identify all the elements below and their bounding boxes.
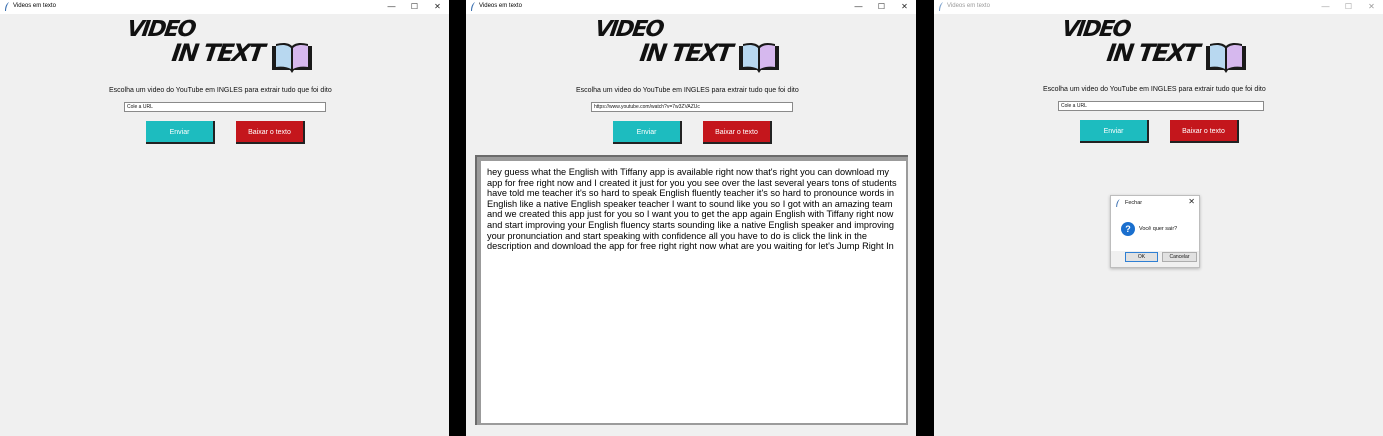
exit-confirm-dialog: Fechar ✕ ? Você quer sair? OK Cancelar (1110, 195, 1200, 268)
download-text-button[interactable]: Baixar o texto (1170, 120, 1239, 143)
send-button[interactable]: Enviar (613, 121, 682, 144)
minimize-button[interactable]: — (847, 0, 870, 14)
url-input[interactable] (124, 102, 326, 112)
cancel-button[interactable]: Cancelar (1162, 252, 1197, 262)
minimize-button[interactable]: — (380, 0, 403, 14)
feather-icon (5, 2, 9, 11)
url-input[interactable] (1058, 101, 1264, 111)
instruction-text: Escolha um video do YouTube em INGLES pa… (1043, 86, 1266, 93)
close-button[interactable]: ✕ (426, 0, 449, 14)
instruction-text: Escolha um video do YouTube em INGLES pa… (109, 87, 332, 94)
maximize-button[interactable]: ☐ (1337, 0, 1360, 14)
window-title: Videos em texto (479, 3, 522, 9)
instruction-text: Escolha um video do YouTube em INGLES pa… (576, 87, 799, 94)
download-text-button[interactable]: Baixar o texto (236, 121, 305, 144)
maximize-button[interactable]: ☐ (403, 0, 426, 14)
book-icon (739, 42, 779, 73)
maximize-button[interactable]: ☐ (870, 0, 893, 14)
book-icon (272, 42, 312, 73)
close-icon[interactable]: ✕ (1188, 197, 1195, 206)
window-initial: Videos em texto — ☐ ✕ VIDEO IN TEXT Esco… (0, 0, 449, 436)
logo-intext-text: IN TEXT (170, 39, 265, 67)
logo-intext-text: IN TEXT (638, 39, 733, 67)
window-transcript: Videos em texto — ☐ ✕ VIDEO IN TEXT Esco… (466, 0, 916, 436)
minimize-button[interactable]: — (1314, 0, 1337, 14)
title-bar: Videos em texto — ☐ ✕ (466, 0, 916, 14)
transcript-frame: hey guess what the English with Tiffany … (475, 155, 908, 425)
feather-icon (471, 2, 475, 11)
title-bar: Videos em texto — ☐ ✕ (0, 0, 449, 14)
window-title: Videos em texto (13, 3, 56, 9)
window-exit-confirm: Videos em texto — ☐ ✕ VIDEO IN TEXT Esco… (934, 0, 1383, 436)
transcript-text[interactable]: hey guess what the English with Tiffany … (481, 161, 906, 423)
send-button[interactable]: Enviar (146, 121, 215, 144)
download-text-button[interactable]: Baixar o texto (703, 121, 772, 144)
close-button[interactable]: ✕ (893, 0, 916, 14)
dialog-message: Você quer sair? (1139, 226, 1178, 232)
url-input[interactable] (591, 102, 793, 112)
book-icon (1206, 42, 1246, 73)
ok-button[interactable]: OK (1125, 252, 1158, 262)
window-title: Videos em texto (947, 3, 990, 9)
close-button[interactable]: ✕ (1360, 0, 1383, 14)
question-icon: ? (1121, 222, 1135, 236)
feather-icon (1116, 199, 1120, 207)
logo-intext-text: IN TEXT (1105, 39, 1200, 67)
send-button[interactable]: Enviar (1080, 120, 1149, 143)
title-bar: Videos em texto — ☐ ✕ (934, 0, 1383, 14)
feather-icon (939, 2, 943, 11)
dialog-title: Fechar (1125, 200, 1143, 206)
